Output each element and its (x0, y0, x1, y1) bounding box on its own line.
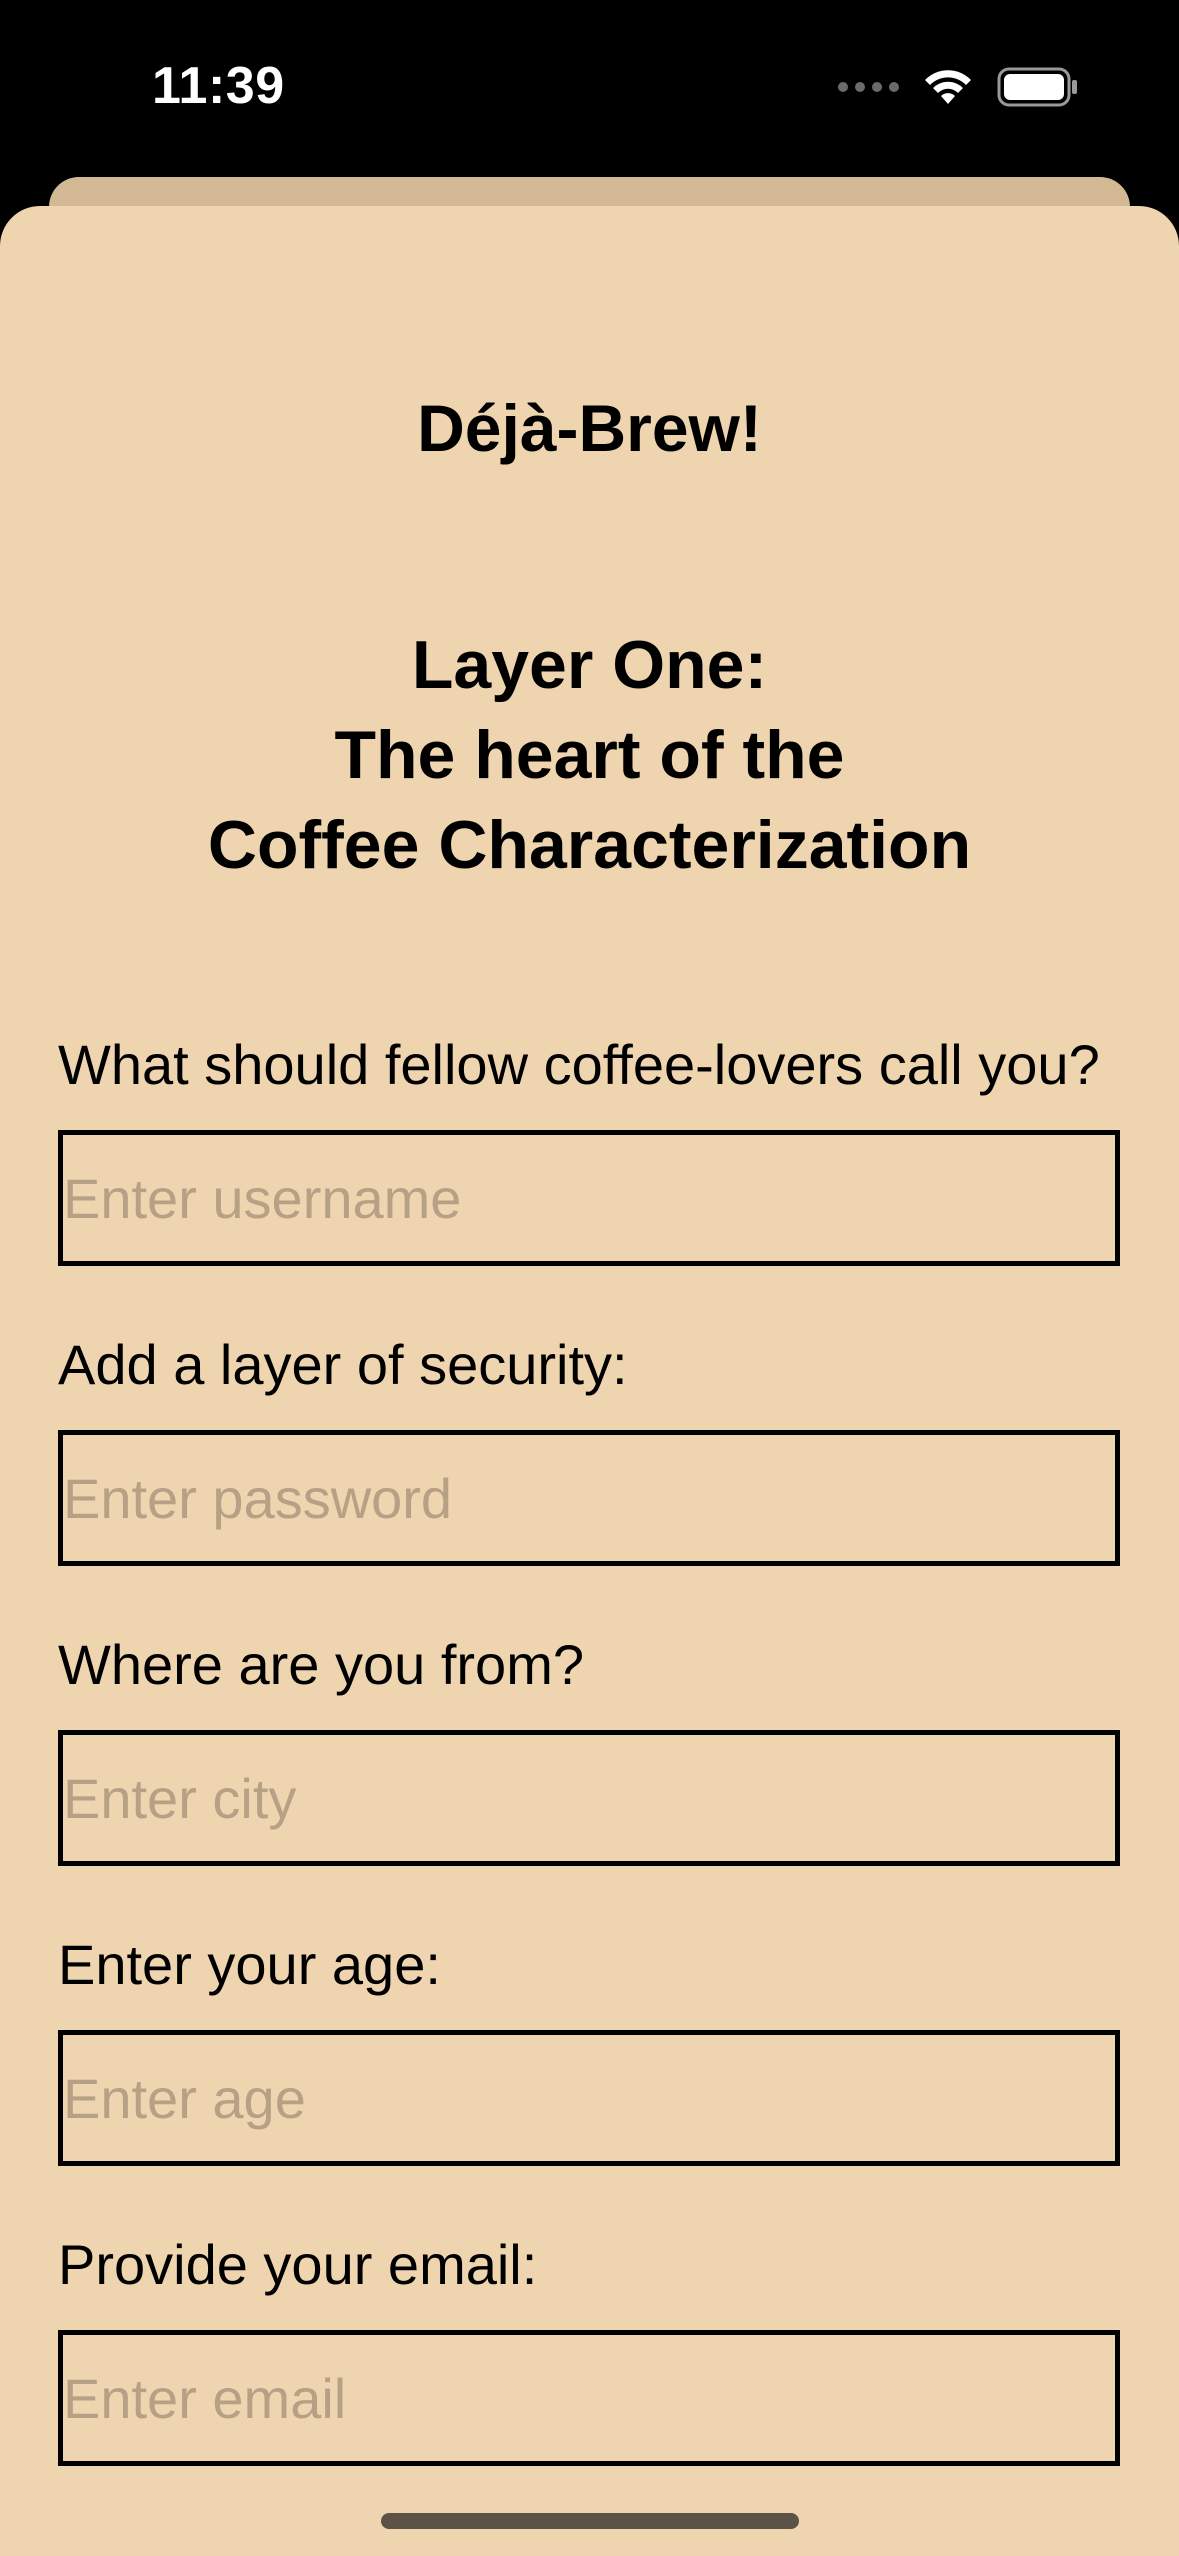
cellular-signal-icon (838, 82, 899, 92)
city-input[interactable] (58, 1730, 1120, 1866)
layer-heading-line: Coffee Characterization (207, 807, 972, 883)
layer-heading-line: The heart of the (334, 717, 845, 793)
wifi-icon (925, 70, 971, 104)
battery-icon (997, 67, 1077, 107)
app-title: Déjà-Brew! (417, 391, 762, 465)
email-label: Provide your email: (58, 2233, 538, 2296)
username-label: What should fellow coffee-lovers call yo… (58, 1033, 1100, 1096)
city-label: Where are you from? (58, 1633, 584, 1696)
email-input[interactable] (58, 2330, 1120, 2466)
status-bar: 11:39 (0, 0, 1179, 175)
password-input[interactable] (58, 1430, 1120, 1566)
layer-heading-line: Layer One: (411, 627, 768, 703)
layer-heading: Layer One: The heart of the Coffee Chara… (0, 620, 1179, 890)
home-indicator[interactable] (381, 2513, 799, 2529)
status-time: 11:39 (152, 57, 285, 115)
username-input[interactable] (58, 1130, 1120, 1266)
age-input[interactable] (58, 2030, 1120, 2166)
age-label: Enter your age: (58, 1933, 441, 1996)
screen: 11:39 Déjà-Brew! Layer One: The heart of… (0, 0, 1179, 2556)
password-label: Add a layer of security: (58, 1333, 628, 1396)
status-icons (838, 62, 1079, 112)
